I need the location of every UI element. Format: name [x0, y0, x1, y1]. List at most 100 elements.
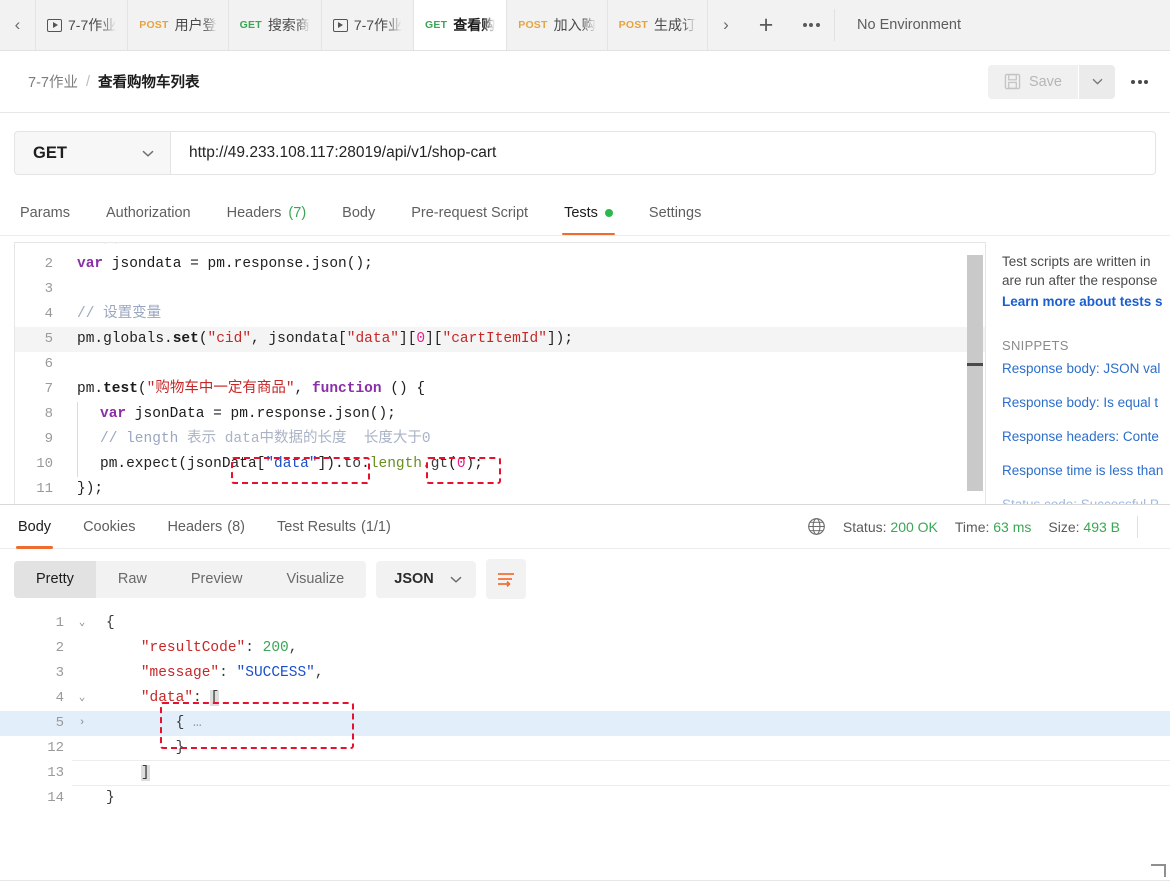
line-text: }: [106, 790, 115, 806]
tab-label: Params: [20, 204, 70, 221]
fold-toggle-icon[interactable]: ⌄: [72, 686, 92, 711]
status-item[interactable]: Status: 200 OK: [843, 519, 938, 535]
tab-response-body[interactable]: Body: [14, 505, 67, 549]
size-value: 493 B: [1083, 518, 1120, 535]
line-number: 11: [36, 481, 53, 497]
dot: [1144, 79, 1148, 84]
breadcrumb-collection[interactable]: 7-7作业: [28, 71, 78, 92]
code-lines: 1 // 固定写法 2 var jsondata = pm.response.j…: [15, 243, 985, 502]
tab-params[interactable]: Params: [14, 190, 88, 235]
size-item[interactable]: Size: 493 B: [1048, 519, 1120, 535]
tests-snippets-panel: Test scripts are written in are run afte…: [986, 242, 1170, 504]
environment-label: No Environment: [857, 17, 961, 33]
test-results-count: (1/1): [360, 518, 391, 535]
snippet-status-code-successful[interactable]: Status code: Successful P: [1002, 495, 1170, 504]
divider: [1137, 515, 1138, 538]
tab-method: GET: [425, 19, 448, 31]
view-visualize-button[interactable]: Visualize: [264, 560, 367, 598]
fold-expand-icon[interactable]: ›: [72, 711, 92, 736]
line-text: "message": "SUCCESS",: [140, 665, 324, 681]
word-wrap-toggle[interactable]: [485, 559, 526, 599]
open-tabs: 7-7作业 POST 用户登 GET 搜索商 7-7作业 GET 查看购 POS…: [36, 0, 709, 50]
tab-response-headers[interactable]: Headers (8): [151, 505, 261, 549]
tab-view-shop-cart[interactable]: GET 查看购: [414, 0, 508, 50]
code-line: 1 // 固定写法: [15, 243, 985, 252]
response-format-selector[interactable]: JSON: [376, 560, 476, 598]
url-input[interactable]: http://49.233.108.117:28019/api/v1/shop-…: [170, 131, 1156, 175]
tab-create-order[interactable]: POST 生成订: [607, 0, 709, 50]
chevron-down-icon: [142, 150, 154, 157]
view-pretty-button[interactable]: Pretty: [14, 560, 96, 598]
page-title[interactable]: 查看购物车列表: [98, 71, 200, 92]
tab-runner-7-7-zuoye-2[interactable]: 7-7作业: [321, 0, 415, 50]
line-number: 14: [47, 790, 64, 806]
scrollbar-thumb[interactable]: [967, 255, 983, 491]
save-options-button[interactable]: [1079, 64, 1115, 99]
time-value: 63 ms: [993, 518, 1032, 535]
snippet-response-time-less-than[interactable]: Response time is less than: [1002, 461, 1170, 480]
response-body-viewer[interactable]: 1 ⌄ { 2 "resultCode": 200, 3 "message": …: [0, 607, 1170, 880]
segment-label: Pretty: [36, 571, 74, 587]
tab-method: POST: [139, 19, 169, 31]
tab-settings[interactable]: Settings: [631, 190, 719, 235]
tab-method: POST: [518, 19, 548, 31]
word-wrap-icon: [497, 572, 514, 587]
line-number: 2: [55, 640, 64, 656]
tab-pre-request-script[interactable]: Pre-request Script: [393, 190, 546, 235]
line-number: 5: [44, 331, 53, 347]
time-item[interactable]: Time: 63 ms: [955, 519, 1032, 535]
line-text: "resultCode": 200,: [140, 640, 298, 656]
line-number: 3: [44, 281, 53, 297]
line-text: pm.globals.set("cid", jsondata["data"][0…: [77, 331, 574, 347]
code-line: 2 var jsondata = pm.response.json();: [15, 252, 985, 277]
http-method-selector[interactable]: GET: [14, 131, 170, 175]
save-button[interactable]: Save: [987, 64, 1078, 99]
tab-scroll-left-icon[interactable]: ‹: [0, 0, 36, 50]
json-line: 4 ⌄ "data": [: [0, 686, 1170, 711]
collection-runner-icon: [332, 18, 348, 32]
line-text: pm.expect(jsonData["data"]).to.length.gt…: [77, 452, 483, 477]
resize-handle[interactable]: [1150, 864, 1166, 878]
tab-label: Headers: [226, 204, 282, 221]
tab-scroll-right-icon[interactable]: ›: [708, 0, 745, 50]
tab-search-goods[interactable]: GET 搜索商: [228, 0, 322, 50]
tab-runner-7-7-zuoye-1[interactable]: 7-7作业: [36, 0, 129, 50]
plus-icon: +: [758, 10, 774, 39]
tab-label: Settings: [648, 204, 702, 221]
code-line: 11 });: [15, 477, 985, 502]
tests-code-editor[interactable]: 1 // 固定写法 2 var jsondata = pm.response.j…: [14, 242, 986, 504]
line-text: var jsonData = pm.response.json();: [77, 402, 396, 427]
snippet-response-body-is-equal[interactable]: Response body: Is equal t: [1002, 393, 1170, 412]
tab-options-button[interactable]: [788, 0, 834, 50]
tab-label: 用户登: [174, 17, 217, 33]
line-text: "data": [: [140, 690, 220, 706]
snippet-response-headers-content-type[interactable]: Response headers: Conte: [1002, 427, 1170, 446]
tab-body[interactable]: Body: [324, 190, 393, 235]
editor-scrollbar[interactable]: [967, 245, 983, 502]
tab-response-cookies[interactable]: Cookies: [67, 505, 151, 549]
tab-add-to-cart[interactable]: POST 加入购: [507, 0, 608, 50]
response-view-segmented-control: Pretty Raw Preview Visualize: [14, 560, 367, 598]
tab-headers[interactable]: Headers (7): [209, 190, 325, 235]
learn-more-link[interactable]: Learn more about tests s: [1002, 292, 1170, 311]
snippet-response-body-json-value[interactable]: Response body: JSON val: [1002, 359, 1170, 378]
view-raw-button[interactable]: Raw: [95, 560, 169, 598]
new-tab-button[interactable]: +: [744, 0, 788, 50]
view-preview-button[interactable]: Preview: [168, 560, 265, 598]
code-line: 8 var jsonData = pm.response.json();: [15, 402, 985, 427]
chevron-down-icon: [450, 576, 462, 583]
tab-tests[interactable]: Tests: [546, 190, 631, 235]
tab-test-results[interactable]: Test Results (1/1): [261, 505, 407, 549]
tab-user-login[interactable]: POST 用户登: [128, 0, 229, 50]
fold-toggle-icon[interactable]: ⌄: [72, 611, 92, 636]
save-label: Save: [1028, 73, 1062, 90]
environment-selector[interactable]: No Environment: [835, 0, 983, 50]
code-line: 9 // length 表示 data中数据的长度 长度大于0: [15, 427, 985, 452]
snippets-description-line2: are run after the response: [1002, 273, 1158, 288]
format-label: JSON: [394, 571, 434, 587]
postman-window: ‹ 7-7作业 POST 用户登 GET 搜索商 7-7作业 GET 查看购 P…: [0, 0, 1170, 881]
tests-editor-zone: 1 // 固定写法 2 var jsondata = pm.response.j…: [0, 236, 1170, 504]
tab-authorization[interactable]: Authorization: [88, 190, 209, 235]
request-more-actions-button[interactable]: [1115, 79, 1156, 84]
tab-label: Test Results: [277, 518, 356, 535]
